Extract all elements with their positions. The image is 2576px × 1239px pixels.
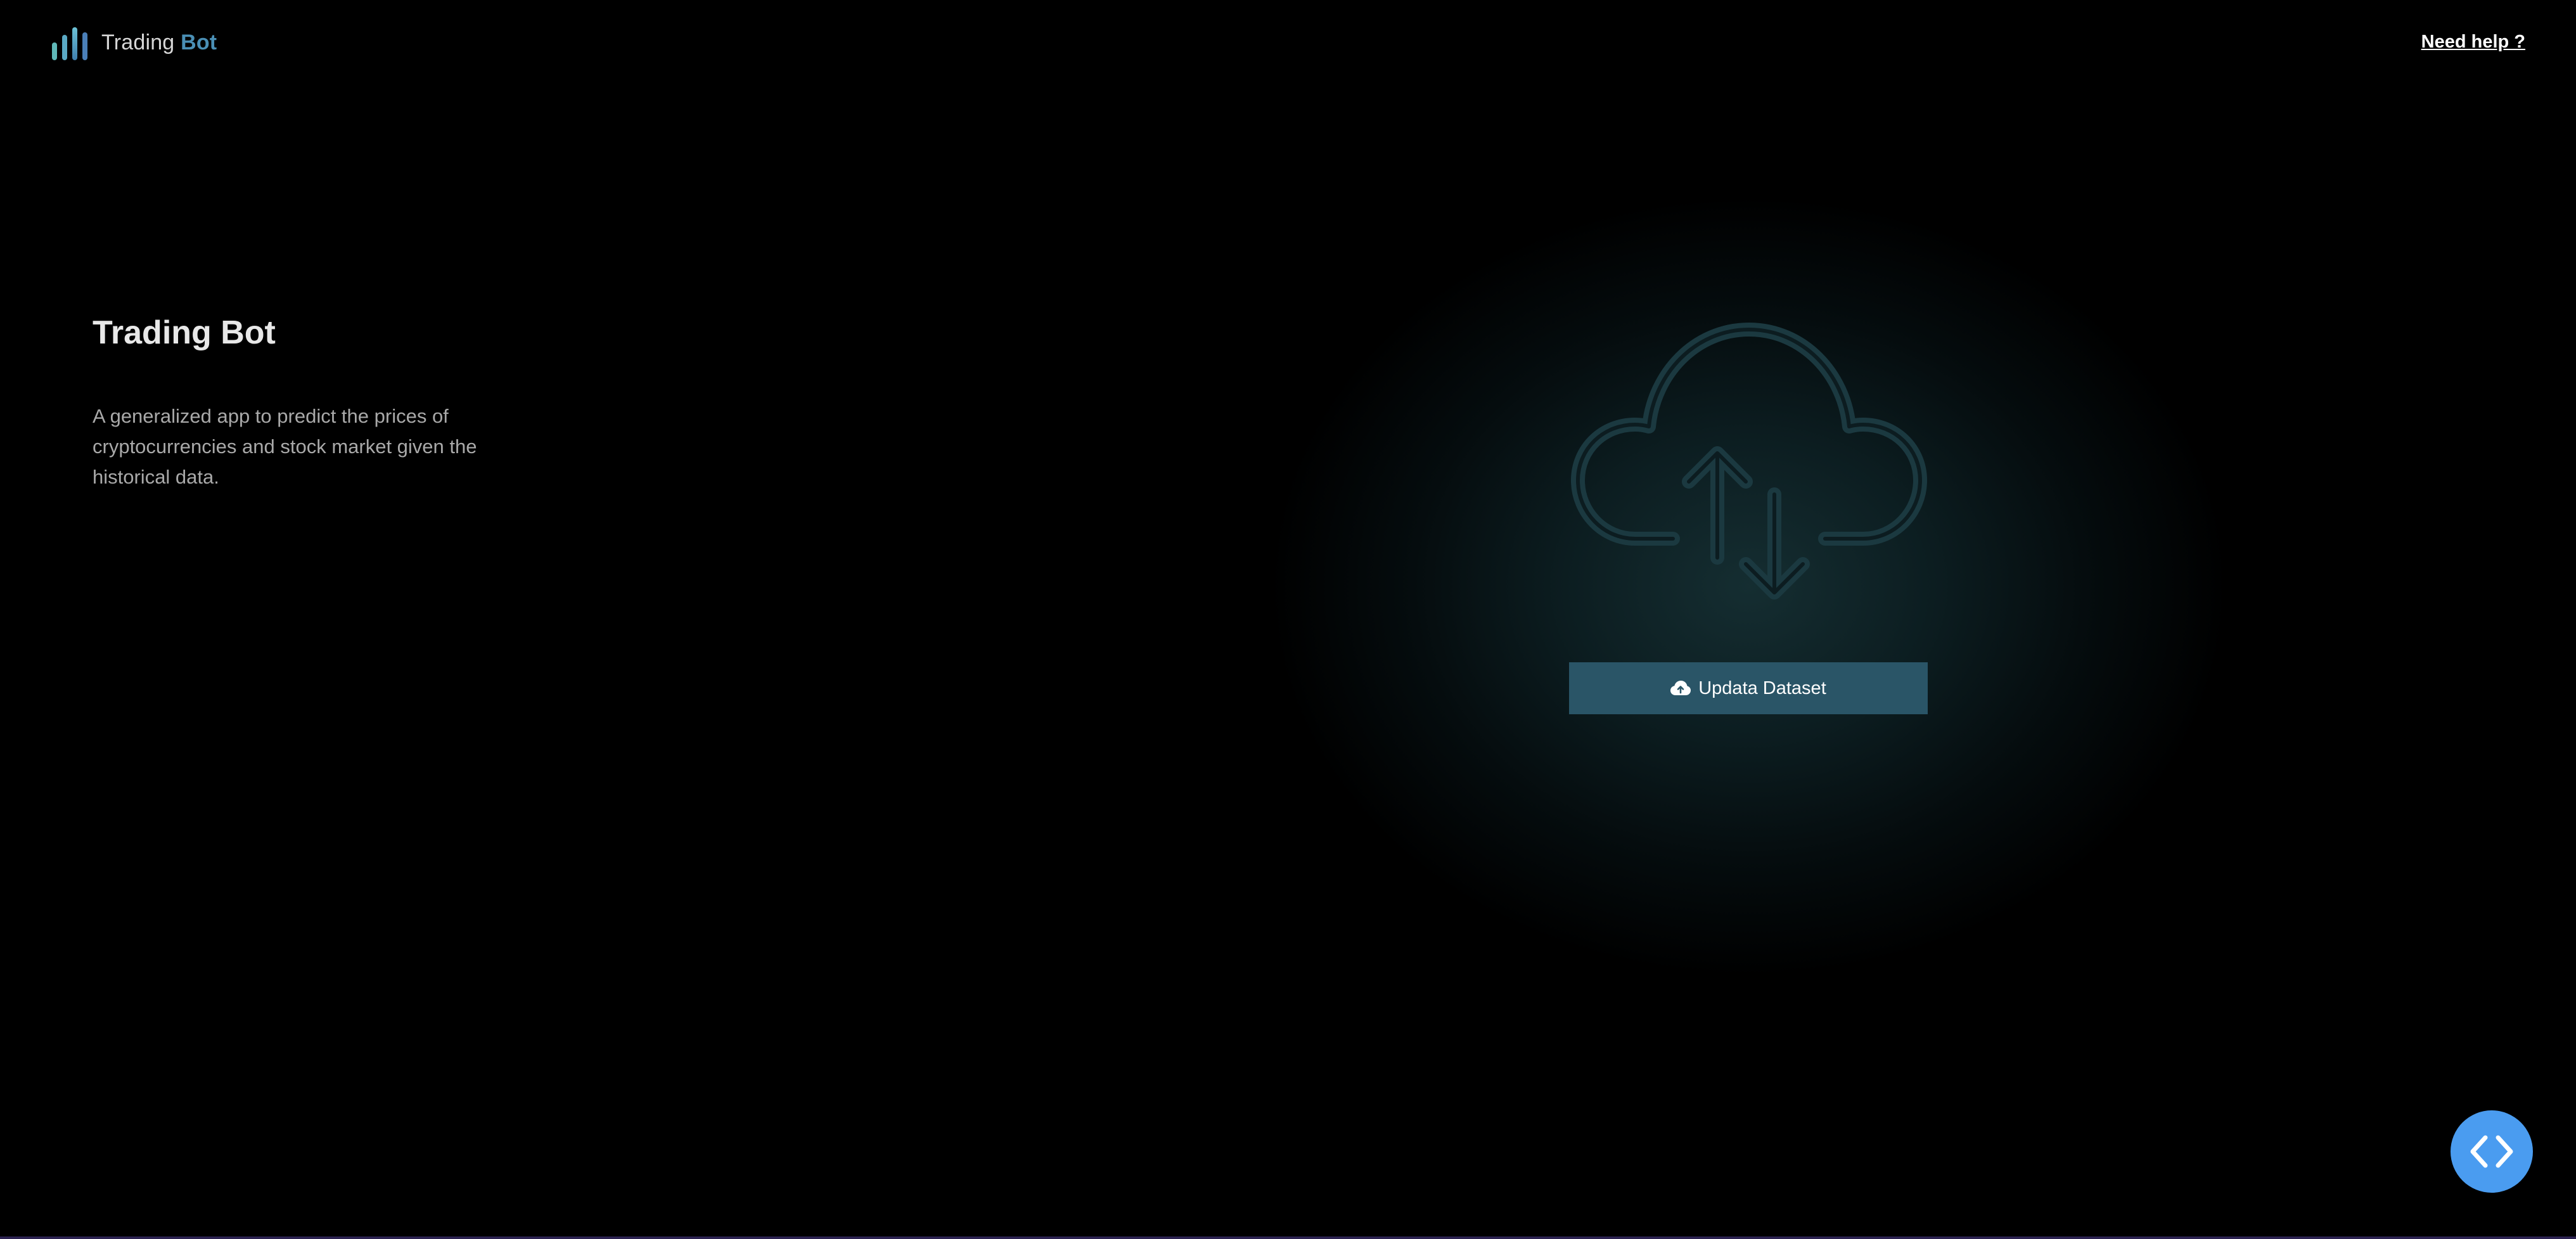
brand-logo[interactable]: Trading Bot xyxy=(51,23,217,62)
update-dataset-button[interactable]: Updata Dataset xyxy=(1569,662,1928,714)
page-title: Trading Bot xyxy=(93,314,276,351)
brand-name: Trading Bot xyxy=(101,30,217,55)
bar-chart-logo-icon xyxy=(52,27,87,60)
update-dataset-label: Updata Dataset xyxy=(1698,677,1826,698)
brand-prefix: Trading xyxy=(101,30,175,55)
page-description: A generalized app to predict the prices … xyxy=(93,405,477,488)
help-link[interactable]: Need help ? xyxy=(2421,32,2525,53)
code-fab-button[interactable] xyxy=(2451,1110,2533,1193)
code-brackets-icon xyxy=(2470,1135,2513,1168)
app-page: Trading Bot Need help ? Trading Bot A ge… xyxy=(0,0,2576,1239)
bottom-border xyxy=(0,1236,2576,1239)
cloud-upload-download-icon xyxy=(1571,323,1927,600)
cloud-upload-icon xyxy=(1670,681,1691,695)
brand-suffix: Bot xyxy=(181,30,217,55)
